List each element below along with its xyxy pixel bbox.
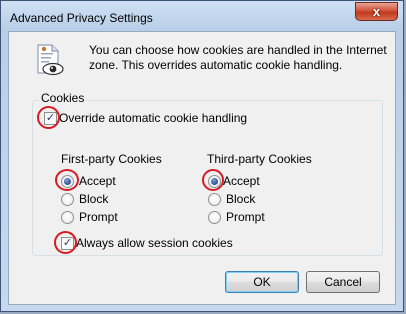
radio-label: Prompt: [226, 210, 265, 224]
session-cookies-checkbox-row[interactable]: ✓ Always allow session cookies: [61, 236, 233, 250]
override-checkbox-label: Override automatic cookie handling: [59, 111, 248, 125]
override-checkbox-row[interactable]: ✓ Override automatic cookie handling: [44, 111, 247, 125]
third-party-title: Third-party Cookies: [207, 152, 312, 166]
radio-button[interactable]: [61, 174, 74, 188]
radio-label: Accept: [79, 174, 116, 188]
cookies-group-label: Cookies: [39, 91, 87, 105]
dialog-body: You can choose how cookies are handled i…: [8, 31, 396, 305]
first-party-block-radio[interactable]: Block: [61, 192, 108, 206]
third-party-prompt-radio[interactable]: Prompt: [208, 210, 265, 224]
radio-label: Prompt: [79, 210, 118, 224]
session-cookies-label: Always allow session cookies: [76, 236, 233, 250]
radio-button[interactable]: [208, 210, 221, 224]
radio-label: Accept: [223, 174, 260, 188]
cancel-button[interactable]: Cancel: [306, 271, 380, 293]
intro-text: You can choose how cookies are handled i…: [89, 43, 387, 72]
close-button[interactable]: x: [355, 2, 398, 21]
close-icon: x: [372, 4, 381, 19]
window-title: Advanced Privacy Settings: [10, 11, 153, 25]
radio-label: Block: [226, 192, 256, 206]
radio-button[interactable]: [208, 192, 221, 206]
third-party-accept-radio[interactable]: Accept: [208, 174, 260, 188]
radio-button[interactable]: [208, 174, 221, 188]
radio-label: Block: [79, 192, 109, 206]
dialog-window: Advanced Privacy Settings x You can choo…: [0, 0, 404, 312]
override-checkbox[interactable]: ✓: [44, 111, 57, 125]
ok-button[interactable]: OK: [225, 271, 299, 293]
session-cookies-checkbox[interactable]: ✓: [61, 236, 74, 250]
radio-button[interactable]: [61, 192, 74, 206]
first-party-prompt-radio[interactable]: Prompt: [61, 210, 118, 224]
third-party-block-radio[interactable]: Block: [208, 192, 255, 206]
radio-button[interactable]: [61, 210, 74, 224]
privacy-eye-document-icon: [37, 44, 64, 76]
first-party-title: First-party Cookies: [61, 152, 162, 166]
title-bar[interactable]: Advanced Privacy Settings x: [1, 1, 403, 31]
first-party-accept-radio[interactable]: Accept: [61, 174, 116, 188]
